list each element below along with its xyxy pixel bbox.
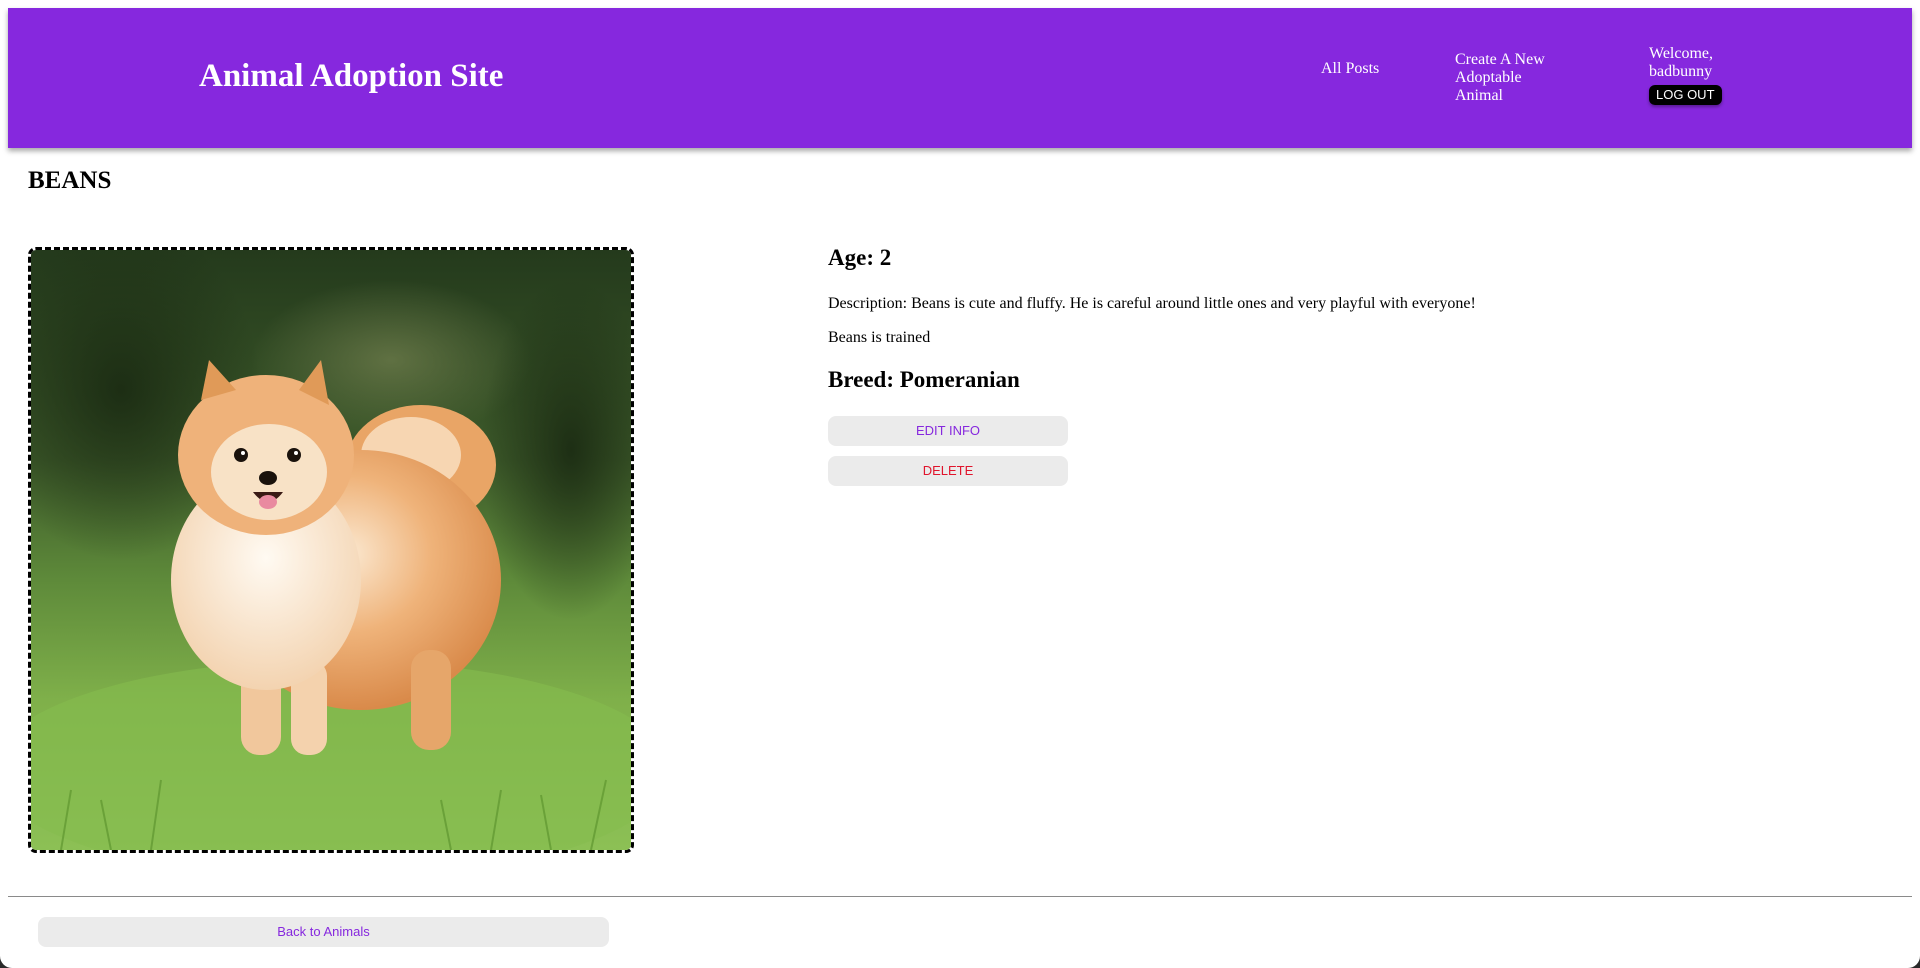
description-text: Description: Beans is cute and fluffy. H… xyxy=(828,295,1476,312)
nav-create-animal-link[interactable]: Create A New Adoptable Animal xyxy=(1455,51,1565,105)
welcome-text: Welcome, badbunny xyxy=(1649,45,1714,80)
nav-all-posts-link[interactable]: All Posts xyxy=(1321,60,1381,78)
site-title: Animal Adoption Site xyxy=(199,58,504,94)
back-to-animals-button[interactable]: Back to Animals xyxy=(38,917,609,947)
breed-heading: Breed: Pomeranian xyxy=(828,367,1020,392)
trained-status: Beans is trained xyxy=(828,329,931,346)
dog-photo-image xyxy=(31,250,631,850)
age-heading: Age: 2 xyxy=(828,245,892,270)
site-header: Animal Adoption Site All Posts Create A … xyxy=(8,8,1912,148)
page: Animal Adoption Site All Posts Create A … xyxy=(0,0,1920,968)
delete-button[interactable]: DELETE xyxy=(828,456,1068,486)
footer-divider xyxy=(8,896,1912,897)
animal-name-heading: BEANS xyxy=(28,167,112,194)
animal-photo xyxy=(28,247,634,853)
logout-button[interactable]: LOG OUT xyxy=(1649,85,1722,105)
edit-info-button[interactable]: EDIT INFO xyxy=(828,416,1068,446)
